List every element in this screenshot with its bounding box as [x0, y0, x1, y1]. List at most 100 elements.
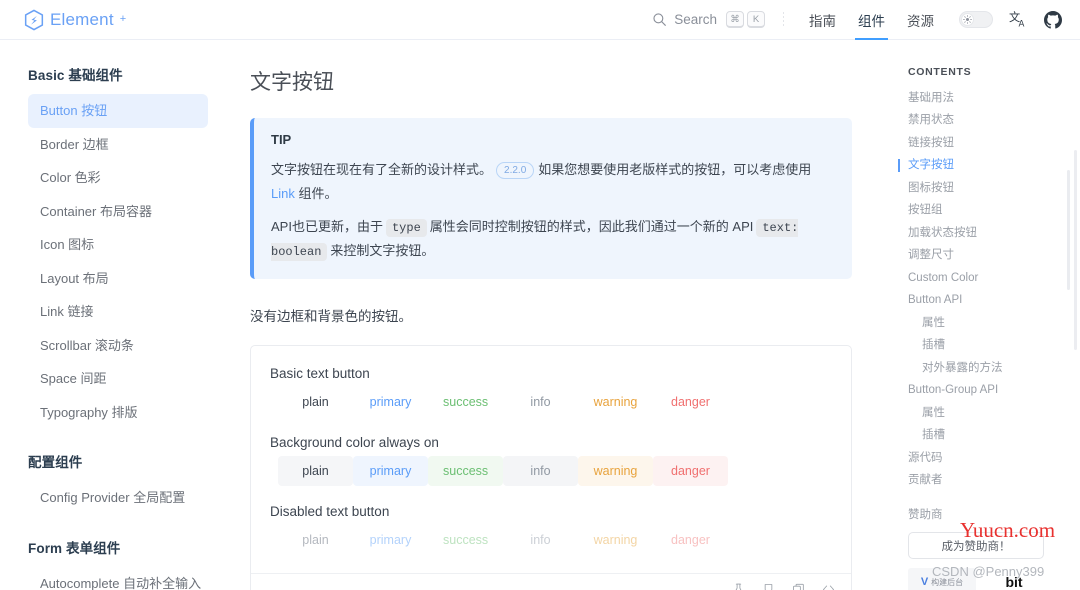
filled-button-info[interactable]: info: [503, 456, 578, 486]
text-button-warning[interactable]: warning: [578, 387, 653, 417]
tip-text-1c: 组件。: [298, 186, 337, 201]
tip-text-1a: 文字按钮在现在有了全新的设计样式。: [271, 162, 492, 177]
text-button-plain[interactable]: plain: [278, 387, 353, 417]
toc-item-exposed-methods[interactable]: 对外暴露的方法: [908, 357, 1066, 380]
text-button-success[interactable]: success: [428, 387, 503, 417]
search-button[interactable]: Search ⌘ K: [646, 8, 771, 31]
section-description: 没有边框和背景色的按钮。: [250, 305, 852, 325]
sidebar-item-button[interactable]: Button 按钮: [28, 94, 208, 128]
theme-toggle[interactable]: [959, 11, 993, 28]
tip-text-2a: API也已更新，由于: [271, 219, 383, 234]
tip-paragraph-1: 文字按钮在现在有了全新的设计样式。2.2.0如果您想要使用老版样式的按钮，可以考…: [271, 158, 834, 206]
toc-item-button-group[interactable]: 按钮组: [908, 200, 1066, 223]
disabled-button-warning: warning: [578, 525, 653, 555]
page-scrollbar[interactable]: [1074, 150, 1077, 350]
sidebar-nav: Basic 基础组件 Button 按钮 Border 边框 Color 色彩 …: [0, 40, 230, 590]
sidebar-item-icon[interactable]: Icon 图标: [28, 228, 208, 262]
filled-button-success[interactable]: success: [428, 456, 503, 486]
demo-section-label-disabled: Disabled text button: [270, 504, 832, 519]
sidebar-item-typography[interactable]: Typography 排版: [28, 396, 208, 430]
toc-item-button-group-api[interactable]: Button-Group API: [908, 380, 1066, 403]
demo-card: Basic text button plain primary success …: [250, 345, 852, 590]
kbd-k: K: [747, 11, 765, 28]
sidebar-item-autocomplete[interactable]: Autocomplete 自动补全输入框: [28, 567, 208, 590]
tip-title: TIP: [271, 132, 834, 147]
sidebar-group-title: 配置组件: [0, 451, 230, 481]
toc-item-button-slots[interactable]: 插槽: [908, 335, 1066, 358]
nav-item-resources[interactable]: 资源: [896, 0, 945, 40]
toc-item-button-api[interactable]: Button API: [908, 290, 1066, 313]
element-logo-icon: [24, 9, 44, 31]
text-button-row-disabled: plain primary success info warning dange…: [270, 525, 832, 555]
toc-item-icon-button[interactable]: 图标按钮: [908, 177, 1066, 200]
sidebar-item-color[interactable]: Color 色彩: [28, 161, 208, 195]
sidebar-group-title: Form 表单组件: [0, 537, 230, 567]
translate-icon: 文 A: [1009, 10, 1028, 29]
sidebar-item-link[interactable]: Link 链接: [28, 295, 208, 329]
sidebar-item-space[interactable]: Space 间距: [28, 362, 208, 396]
text-button-row-basic: plain primary success info warning dange…: [270, 387, 832, 417]
toc-item-button-attributes[interactable]: 属性: [908, 312, 1066, 335]
toc-item-disabled-state[interactable]: 禁用状态: [908, 110, 1066, 133]
demo-card-footer: [251, 573, 851, 590]
nav-item-components[interactable]: 组件: [847, 0, 896, 40]
text-button-primary[interactable]: primary: [353, 387, 428, 417]
search-shortcut: ⌘ K: [726, 11, 765, 28]
search-icon: [652, 12, 667, 27]
sponsor-v-icon: V: [921, 576, 928, 588]
text-button-danger[interactable]: danger: [653, 387, 728, 417]
filled-button-warning[interactable]: warning: [578, 456, 653, 486]
code-icon[interactable]: [822, 583, 835, 590]
nav-item-guide[interactable]: 指南: [798, 0, 847, 40]
search-label: Search: [674, 12, 717, 27]
tip-text-1b: 如果您想要使用老版样式的按钮，可以考虑使用: [538, 162, 811, 177]
sidebar-item-container[interactable]: Container 布局容器: [28, 195, 208, 229]
toc-item-text-button[interactable]: 文字按钮: [908, 155, 1066, 178]
copy-icon[interactable]: [792, 583, 805, 590]
page-title: 文字按钮: [250, 66, 852, 96]
svg-text:A: A: [1019, 19, 1025, 29]
kbd-command: ⌘: [726, 11, 744, 28]
demo-body: Basic text button plain primary success …: [251, 346, 851, 573]
sidebar-item-scrollbar[interactable]: Scrollbar 滚动条: [28, 329, 208, 363]
sidebar-item-config-provider[interactable]: Config Provider 全局配置: [28, 481, 208, 515]
tip-callout: TIP 文字按钮在现在有了全新的设计样式。2.2.0如果您想要使用老版样式的按钮…: [250, 118, 852, 279]
toc-item-sizes[interactable]: 调整尺寸: [908, 245, 1066, 268]
toc-item-loading-button[interactable]: 加载状态按钮: [908, 222, 1066, 245]
language-switch-button[interactable]: 文 A: [1009, 10, 1028, 29]
header-divider: [783, 12, 784, 28]
sidebar-item-layout[interactable]: Layout 布局: [28, 262, 208, 296]
pin-icon[interactable]: [762, 583, 775, 590]
toc-scrollbar[interactable]: [1067, 170, 1070, 290]
toc-item-group-slots[interactable]: 插槽: [908, 425, 1066, 448]
toc-item-basic-usage[interactable]: 基础用法: [908, 87, 1066, 110]
toc-item-group-attributes[interactable]: 属性: [908, 402, 1066, 425]
toc-item-link-button[interactable]: 链接按钮: [908, 132, 1066, 155]
sidebar-group-basic: Basic 基础组件 Button 按钮 Border 边框 Color 色彩 …: [0, 64, 230, 429]
toc-item-contributors[interactable]: 贡献者: [908, 470, 1066, 493]
toc-item-custom-color[interactable]: Custom Color: [908, 267, 1066, 290]
disabled-button-danger: danger: [653, 525, 728, 555]
disabled-button-success: success: [428, 525, 503, 555]
header-actions: Search ⌘ K 指南 组件 资源: [646, 0, 1062, 40]
link-component-link[interactable]: Link: [271, 186, 295, 201]
tip-text-2b: 属性会同时控制按钮的样式，因此我们通过一个新的 API: [430, 219, 754, 234]
brand-logo[interactable]: Element +: [24, 9, 126, 31]
github-link-button[interactable]: [1044, 11, 1062, 29]
brand-superscript: +: [120, 14, 126, 25]
demo-section-label-basic: Basic text button: [270, 366, 832, 381]
sidebar-item-border[interactable]: Border 边框: [28, 128, 208, 162]
toc-item-source-code[interactable]: 源代码: [908, 447, 1066, 470]
text-button-info[interactable]: info: [503, 387, 578, 417]
theme-toggle-knob: [961, 13, 974, 26]
filled-button-primary[interactable]: primary: [353, 456, 428, 486]
tip-paragraph-2: API也已更新，由于type属性会同时控制按钮的样式，因此我们通过一个新的 AP…: [271, 215, 834, 263]
sun-icon: [963, 15, 972, 24]
flask-icon[interactable]: [732, 583, 745, 590]
toc-title: CONTENTS: [908, 66, 1066, 78]
table-of-contents: CONTENTS 基础用法 禁用状态 链接按钮 文字按钮 图标按钮 按钮组 加载…: [890, 40, 1080, 590]
filled-button-danger[interactable]: danger: [653, 456, 728, 486]
disabled-button-plain: plain: [278, 525, 353, 555]
filled-button-plain[interactable]: plain: [278, 456, 353, 486]
github-icon: [1044, 11, 1062, 29]
